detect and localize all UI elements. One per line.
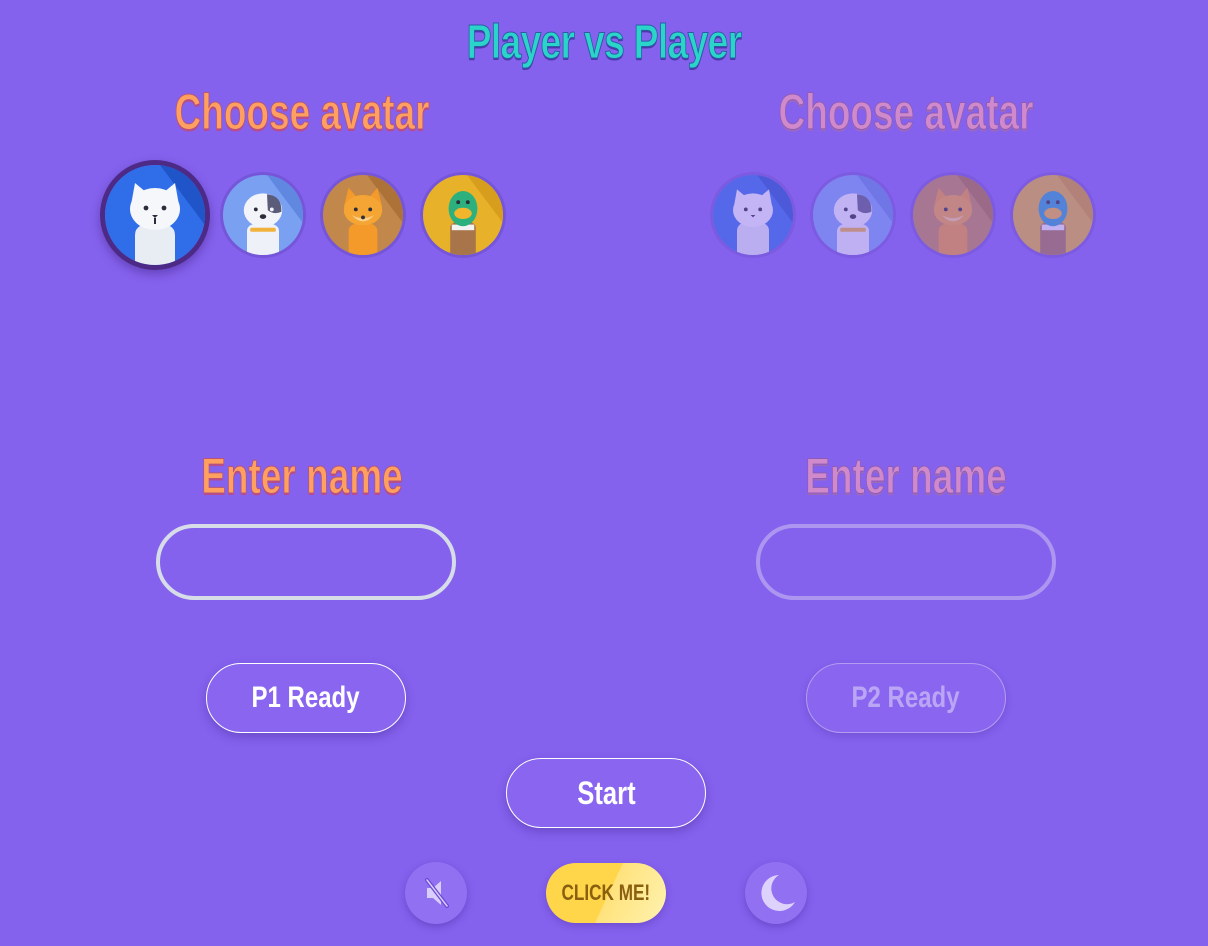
duck-icon	[423, 175, 503, 255]
speaker-muted-icon	[425, 878, 449, 908]
cat-icon	[713, 175, 793, 255]
p2-fox-avatar[interactable]	[910, 172, 996, 258]
p2-ready-button[interactable]: P2 Ready	[806, 663, 1006, 733]
duck-icon	[1013, 175, 1093, 255]
theme-toggle-button[interactable]	[745, 862, 807, 924]
p1-avatar-list	[100, 160, 520, 270]
p2-enter-name-heading: Enter name	[805, 448, 1007, 505]
start-label: Start	[576, 774, 636, 811]
p1-dog-avatar[interactable]	[220, 172, 306, 258]
start-button[interactable]: Start	[506, 758, 706, 828]
p1-ready-button[interactable]: P1 Ready	[206, 663, 406, 733]
p1-name-input[interactable]	[156, 524, 456, 600]
click-me-label: CLICK ME!	[561, 880, 651, 905]
p2-cat-avatar[interactable]	[710, 172, 796, 258]
p1-enter-name-heading: Enter name	[201, 448, 403, 505]
p1-duck-avatar[interactable]	[420, 172, 506, 258]
dog-icon	[813, 175, 893, 255]
cat-icon	[105, 165, 205, 265]
fox-icon	[323, 175, 403, 255]
p2-ready-label: P2 Ready	[851, 681, 961, 714]
p2-avatar-list	[710, 160, 1130, 270]
p1-fox-avatar[interactable]	[320, 172, 406, 258]
p2-name-input[interactable]	[756, 524, 1056, 600]
p1-ready-label: P1 Ready	[251, 681, 361, 714]
p2-dog-avatar[interactable]	[810, 172, 896, 258]
p1-cat-avatar[interactable]	[100, 160, 210, 270]
p2-duck-avatar[interactable]	[1010, 172, 1096, 258]
dog-icon	[223, 175, 303, 255]
click-me-button[interactable]: CLICK ME!	[546, 863, 666, 923]
fox-icon	[913, 175, 993, 255]
mute-button[interactable]	[405, 862, 467, 924]
p2-choose-avatar-heading: Choose avatar	[778, 84, 1034, 141]
p1-choose-avatar-heading: Choose avatar	[174, 84, 430, 141]
moon-icon	[761, 875, 795, 911]
